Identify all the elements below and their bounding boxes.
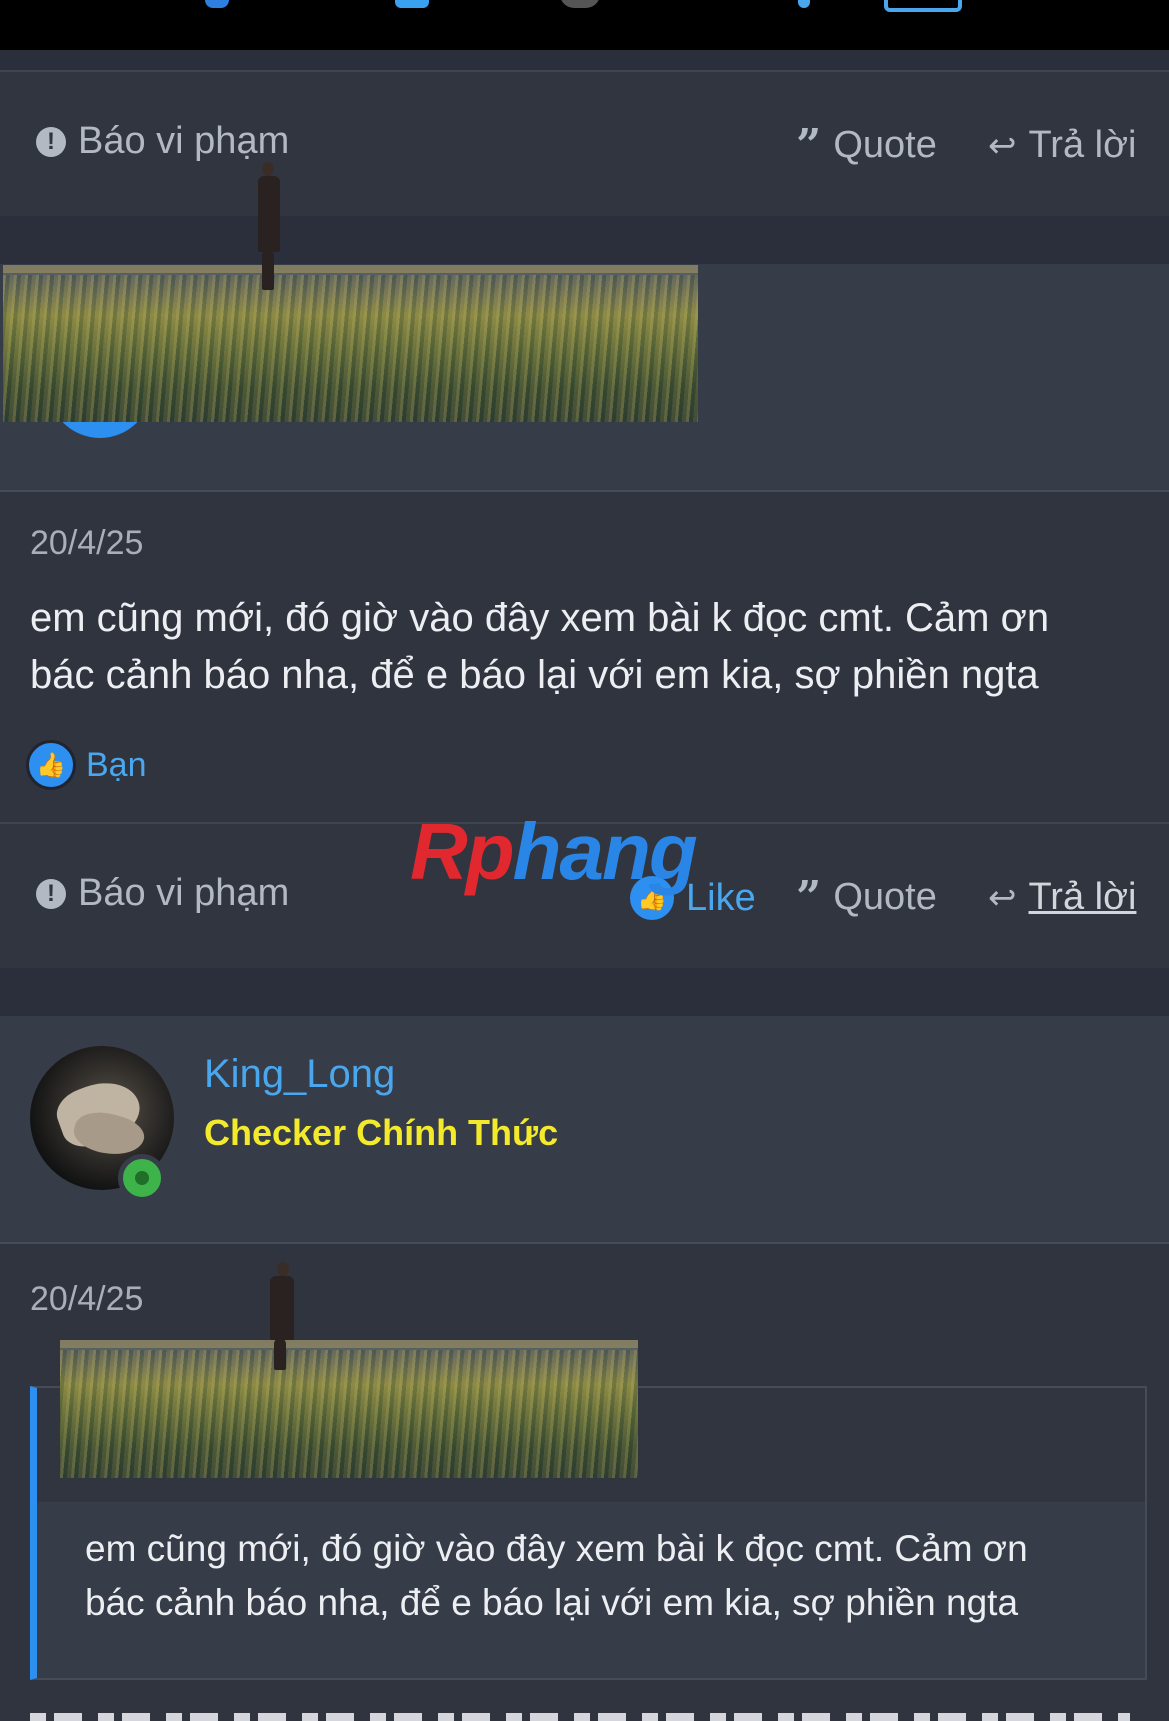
reply-arrow-icon: ↩	[988, 878, 1017, 917]
report-label: Báo vi phạm	[78, 120, 290, 162]
thumbs-up-icon: 👍	[26, 740, 76, 790]
post-date: 20/4/25	[30, 1280, 144, 1318]
quote-message: em cũng mới, đó giờ vào đây xem bài k đọ…	[85, 1522, 1125, 1630]
landscape-photo	[60, 1340, 638, 1478]
user-title: Checker Chính Thức	[204, 1112, 559, 1153]
partial-icon	[395, 0, 429, 8]
reply-button[interactable]: ↩ Trả lời	[988, 124, 1136, 167]
spacer	[0, 50, 1169, 70]
quote-label: Quote	[833, 124, 937, 166]
reaction-label: Bạn	[86, 745, 147, 784]
post-message-line: bác cảnh báo nha, để e báo lại với em ki…	[30, 653, 1039, 697]
reply-label: Trả lời	[1028, 124, 1137, 166]
online-status-icon	[118, 1154, 166, 1202]
watermark-logo: Rphang	[410, 812, 698, 892]
exclamation-circle-icon: !	[36, 878, 66, 909]
post-body: 20/4/25 em cũng mới, đó giờ vào đây xem …	[0, 492, 1169, 822]
like-label: Like	[686, 876, 756, 919]
person-figure	[277, 1262, 289, 1276]
report-button[interactable]: ! Báo vi phạm	[36, 120, 289, 163]
partial-icon	[798, 0, 810, 8]
quote-label: Quote	[833, 876, 937, 918]
reply-label: Trả lời	[1028, 876, 1137, 918]
landscape-photo	[3, 265, 698, 422]
watermark-part: Rp	[410, 807, 515, 896]
top-navigation-bar	[0, 0, 1169, 50]
quote-button[interactable]: ” Quote	[796, 871, 937, 923]
quote-message-line: em cũng mới, đó giờ vào đây xem bài k đọ…	[85, 1528, 1028, 1569]
post-header: King_Long Checker Chính Thức	[0, 1016, 1169, 1244]
report-label: Báo vi phạm	[78, 872, 290, 914]
reply-arrow-icon: ↩	[988, 126, 1017, 165]
reaction-summary[interactable]: 👍 Bạn	[26, 740, 147, 790]
post-actions-bar: ! Báo vi phạm ” Quote ↩ Trả lời	[0, 70, 1169, 218]
person-figure	[262, 162, 274, 176]
quote-button[interactable]: ” Quote	[796, 119, 937, 171]
person-figure	[270, 1276, 294, 1340]
next-text-partial	[30, 1710, 1130, 1721]
person-figure	[262, 250, 274, 290]
username-link[interactable]: King_Long	[204, 1052, 395, 1097]
quote-message-line: bác cảnh báo nha, để e báo lại với em ki…	[85, 1582, 1019, 1623]
spacer	[0, 968, 1169, 1016]
quote-icon: ”	[796, 119, 822, 171]
partial-box-icon[interactable]	[884, 0, 962, 12]
quote-icon: ”	[796, 871, 822, 923]
report-button[interactable]: ! Báo vi phạm	[36, 872, 289, 915]
partial-avatar-icon	[560, 0, 600, 8]
partial-icon	[205, 0, 229, 8]
spacer	[0, 216, 1169, 264]
post-date: 20/4/25	[30, 524, 144, 562]
watermark-part: hang	[512, 807, 698, 896]
person-figure	[274, 1338, 286, 1370]
person-figure	[258, 176, 280, 252]
reply-button[interactable]: ↩ Trả lời	[988, 876, 1136, 919]
exclamation-circle-icon: !	[36, 126, 66, 157]
post-message: em cũng mới, đó giờ vào đây xem bài k đọ…	[30, 590, 1140, 704]
post-body: 20/4/25 em cũng mới, đó giờ vào đây xem …	[0, 1244, 1169, 1721]
post-message-line: em cũng mới, đó giờ vào đây xem bài k đọ…	[30, 596, 1050, 640]
